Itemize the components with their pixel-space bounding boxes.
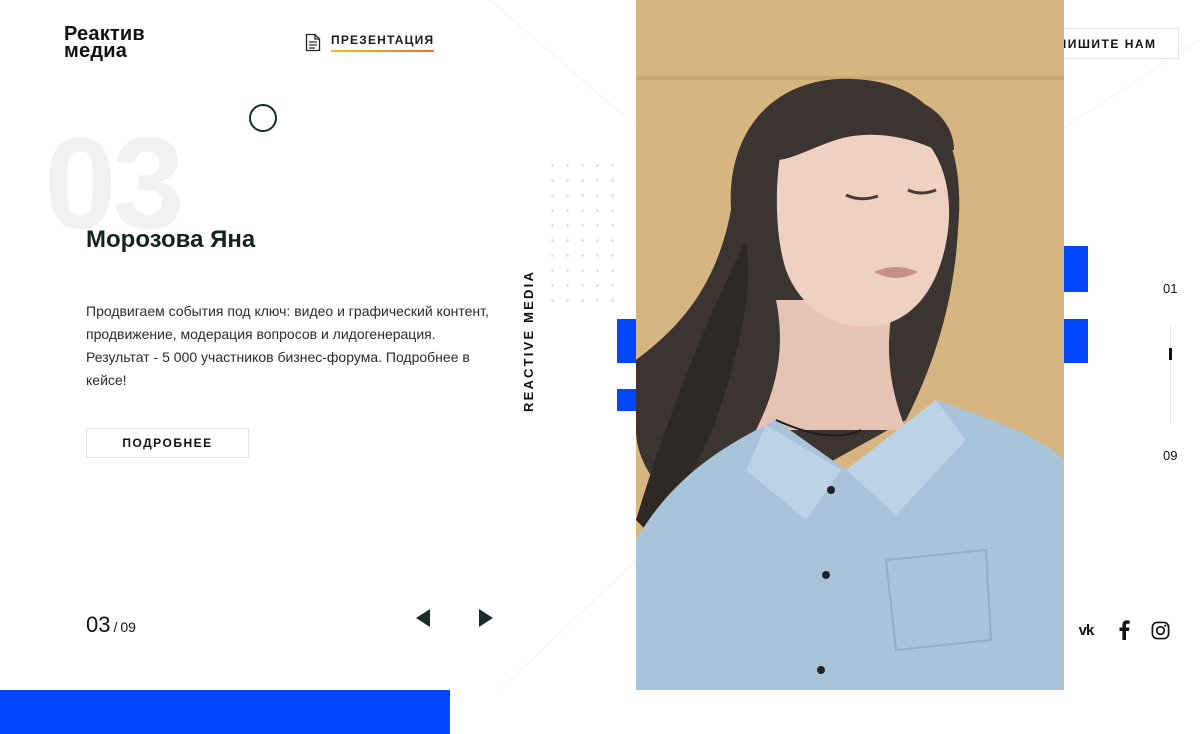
counter-current: 03 bbox=[86, 612, 111, 637]
accent-block-right-1 bbox=[1062, 246, 1088, 292]
pagination-first: 01 bbox=[1163, 281, 1178, 296]
dot-grid-decoration bbox=[545, 158, 615, 308]
presentation-label: ПРЕЗЕНТАЦИЯ bbox=[331, 33, 435, 52]
facebook-icon[interactable] bbox=[1114, 620, 1134, 640]
accent-block-right-2 bbox=[1062, 319, 1088, 363]
instagram-icon[interactable] bbox=[1150, 620, 1170, 640]
vk-icon[interactable]: vk bbox=[1076, 620, 1096, 640]
document-icon bbox=[305, 33, 321, 52]
slide-description: Продвигаем события под ключ: видео и гра… bbox=[86, 303, 489, 388]
instagram-glyph bbox=[1151, 621, 1169, 639]
prev-arrow-icon[interactable] bbox=[414, 608, 432, 628]
person-name: Морозова Яна bbox=[86, 226, 256, 253]
facebook-glyph bbox=[1119, 620, 1130, 640]
logo[interactable]: Реактив медиа bbox=[64, 24, 145, 62]
accent-block-bottom bbox=[0, 690, 450, 734]
slide-counter: 03 / 09 bbox=[86, 612, 136, 638]
decorative-circle bbox=[249, 104, 277, 132]
counter-total: 09 bbox=[120, 619, 136, 635]
accent-block-left-2 bbox=[617, 389, 637, 411]
vertical-brand-text: REACTIVE MEDIA bbox=[521, 269, 536, 412]
pagination-track[interactable] bbox=[1170, 326, 1171, 424]
pagination-last: 09 bbox=[1163, 448, 1178, 463]
accent-block-left-1 bbox=[617, 319, 637, 363]
more-button[interactable]: ПОДРОБНЕЕ bbox=[86, 428, 249, 458]
next-arrow-icon[interactable] bbox=[477, 608, 495, 628]
counter-separator: / bbox=[113, 619, 118, 635]
logo-line-2: медиа bbox=[64, 40, 128, 62]
person-photo bbox=[636, 0, 1064, 690]
pagination-thumb[interactable] bbox=[1169, 347, 1172, 360]
portrait-illustration bbox=[636, 0, 1064, 690]
presentation-link[interactable]: ПРЕЗЕНТАЦИЯ bbox=[305, 33, 435, 52]
